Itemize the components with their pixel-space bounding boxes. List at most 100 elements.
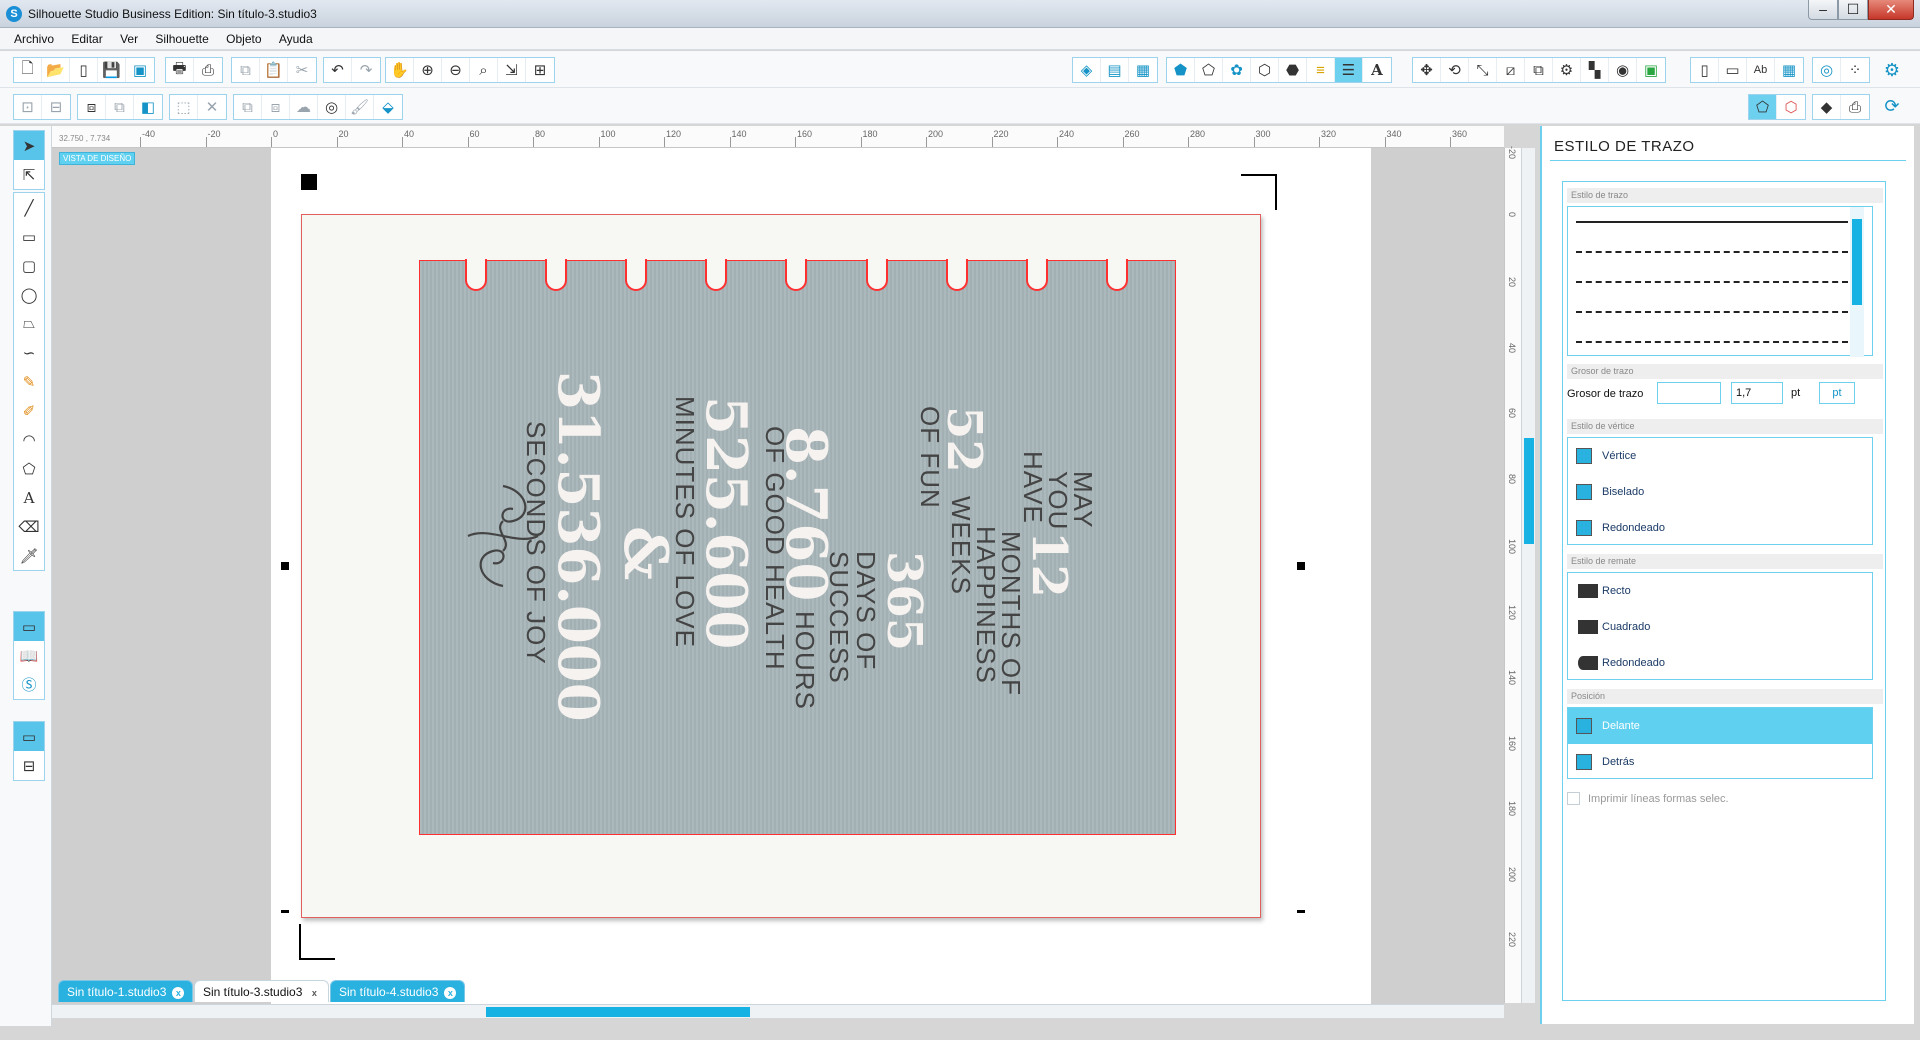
- 3d-box-icon[interactable]: ⬙: [374, 95, 402, 119]
- menu-objeto[interactable]: Objeto: [219, 28, 268, 50]
- duplicate-icon[interactable]: ⧉: [234, 95, 262, 119]
- print-cut-icon[interactable]: ▣: [1637, 58, 1665, 82]
- scale-icon[interactable]: ⤡: [1469, 58, 1497, 82]
- dash-list-scroll-thumb[interactable]: [1852, 219, 1862, 305]
- dash-style-medium[interactable]: [1576, 281, 1848, 283]
- ellipse-tool-icon[interactable]: ◯: [14, 280, 44, 309]
- design-canvas[interactable]: -40 -20 0 20 40 60 80 100 120 140 160 180 200 220 240 2…: [52, 126, 1504, 1016]
- rotate-icon[interactable]: ⟲: [1441, 58, 1469, 82]
- position-option-detras[interactable]: Detrás: [1568, 744, 1872, 780]
- hide-cut-lines-icon[interactable]: ⬡: [1777, 95, 1805, 119]
- selection-handle-bottom-left[interactable]: [281, 910, 289, 913]
- fit-page-icon[interactable]: ⊞: [526, 58, 554, 82]
- vertical-scroll-thumb[interactable]: [1524, 438, 1534, 544]
- freehand-tool-icon[interactable]: ✎: [14, 367, 44, 396]
- send-backward-icon[interactable]: ⬚: [170, 95, 198, 119]
- trace-icon[interactable]: ◉: [1609, 58, 1637, 82]
- menu-ayuda[interactable]: Ayuda: [272, 28, 320, 50]
- zoom-in-icon[interactable]: ⊕: [414, 58, 442, 82]
- position-option-delante[interactable]: Delante: [1568, 708, 1872, 744]
- refresh-icon[interactable]: ⟳: [1878, 94, 1906, 118]
- offset-icon[interactable]: ✿: [1223, 58, 1251, 82]
- smooth-freehand-tool-icon[interactable]: ✐: [14, 396, 44, 425]
- zoom-selection-icon[interactable]: ⌕: [470, 58, 498, 82]
- library-book-icon[interactable]: 📖: [14, 641, 44, 670]
- registration-marks-icon[interactable]: ◎: [1813, 58, 1841, 82]
- silhouette-store-icon[interactable]: Ⓢ: [14, 670, 44, 699]
- rectangle-tool-icon[interactable]: ▭: [14, 222, 44, 251]
- select-arrow-icon[interactable]: ➤: [14, 131, 44, 160]
- doc-tab-3[interactable]: Sin título-3.studio3 x: [194, 980, 330, 1002]
- selection-handle-right[interactable]: [1297, 562, 1305, 570]
- compound-path-icon[interactable]: ⧈: [78, 95, 106, 119]
- print-icon[interactable]: 🖶: [166, 58, 194, 82]
- send-icon[interactable]: ⎙: [1841, 95, 1869, 119]
- save-library-icon[interactable]: ▣: [126, 58, 154, 82]
- single-window-icon[interactable]: ▭: [14, 722, 44, 751]
- group-icon[interactable]: ⊡: [14, 95, 42, 119]
- edit-points-icon[interactable]: ⇱: [14, 160, 44, 189]
- eraser-icon[interactable]: ◆: [1813, 95, 1841, 119]
- line-tool-icon[interactable]: ╱: [14, 193, 44, 222]
- dash-style-fine[interactable]: [1576, 251, 1848, 253]
- weld-icon[interactable]: ⚙: [1553, 58, 1581, 82]
- polygon-tool-icon[interactable]: ⏢: [14, 309, 44, 338]
- horizontal-scrollbar[interactable]: [52, 1004, 1504, 1018]
- text-tool-icon[interactable]: A: [14, 483, 44, 512]
- mirror-icon[interactable]: ⧈: [262, 95, 290, 119]
- cap-option-recto[interactable]: Recto: [1568, 573, 1872, 609]
- sketch-icon[interactable]: ⬣: [1279, 58, 1307, 82]
- page-orientation-icon[interactable]: ▭: [1719, 58, 1747, 82]
- save-icon[interactable]: 💾: [98, 58, 126, 82]
- fill-pattern-icon[interactable]: ▦: [1129, 58, 1157, 82]
- menu-silhouette[interactable]: Silhouette: [148, 28, 215, 50]
- replicate-icon[interactable]: ⧉: [1525, 58, 1553, 82]
- settings-gear-icon[interactable]: ⚙: [1878, 58, 1906, 82]
- doc-tab-1[interactable]: Sin título-1.studio3 x: [58, 980, 194, 1002]
- drag-zoom-icon[interactable]: ⇲: [498, 58, 526, 82]
- knife-tool-icon[interactable]: 🗡: [14, 541, 44, 570]
- vertical-scrollbar[interactable]: [1521, 148, 1535, 1003]
- selection-handle-left[interactable]: [281, 562, 289, 570]
- corner-option-redondeado[interactable]: Redondeado: [1568, 510, 1872, 546]
- offset-path-icon[interactable]: ◎: [318, 95, 346, 119]
- shear-icon[interactable]: ⧄: [1497, 58, 1525, 82]
- open-folder-icon[interactable]: 📂: [42, 58, 70, 82]
- corner-option-vertice[interactable]: Vértice: [1568, 438, 1872, 474]
- flatten-icon[interactable]: ☁: [290, 95, 318, 119]
- text-style-icon[interactable]: A: [1363, 58, 1391, 82]
- zoom-out-icon[interactable]: ⊖: [442, 58, 470, 82]
- stroke-weight-input[interactable]: 1,7: [1731, 382, 1783, 404]
- cut-settings-icon[interactable]: ⁘: [1841, 58, 1869, 82]
- eraser-tool-icon[interactable]: ⌫: [14, 512, 44, 541]
- show-cut-lines-icon[interactable]: ⬠: [1749, 95, 1777, 119]
- rounded-rectangle-tool-icon[interactable]: ▢: [14, 251, 44, 280]
- ungroup-icon[interactable]: ⊟: [42, 95, 70, 119]
- redo-icon[interactable]: ↷: [352, 58, 380, 82]
- dash-style-extra[interactable]: [1576, 341, 1848, 343]
- text-path-icon[interactable]: Ab: [1747, 58, 1775, 82]
- new-file-icon[interactable]: 🗋: [14, 58, 42, 82]
- stroke-style-icon[interactable]: ☰: [1335, 58, 1363, 82]
- cap-option-redondeado[interactable]: Redondeado: [1568, 645, 1872, 681]
- stroke-weight-slider[interactable]: [1657, 382, 1721, 404]
- minimize-button[interactable]: –: [1808, 0, 1838, 20]
- shape-icon[interactable]: ⬡: [1251, 58, 1279, 82]
- maximize-button[interactable]: ☐: [1838, 0, 1868, 20]
- unit-toggle-button[interactable]: pt: [1819, 382, 1855, 404]
- fill-color-icon[interactable]: ◈: [1073, 58, 1101, 82]
- line-style-icon[interactable]: ⬠: [1195, 58, 1223, 82]
- print-lines-checkbox-row[interactable]: Imprimir líneas formas selec.: [1567, 792, 1729, 805]
- release-compound-icon[interactable]: ⧉: [106, 95, 134, 119]
- cap-option-cuadrado[interactable]: Cuadrado: [1568, 609, 1872, 645]
- dash-style-long[interactable]: [1576, 311, 1848, 313]
- line-color-icon[interactable]: ⬟: [1167, 58, 1195, 82]
- library-icon[interactable]: ▯: [70, 58, 98, 82]
- dash-style-list[interactable]: [1567, 206, 1873, 357]
- menu-archivo[interactable]: Archivo: [7, 28, 61, 50]
- menu-ver[interactable]: Ver: [113, 28, 145, 50]
- bring-forward-icon[interactable]: ◧: [134, 95, 162, 119]
- regular-polygon-tool-icon[interactable]: ⬠: [14, 454, 44, 483]
- paint-bucket-icon[interactable]: 🖌: [346, 95, 374, 119]
- send-to-silhouette-icon[interactable]: ⎙: [194, 58, 222, 82]
